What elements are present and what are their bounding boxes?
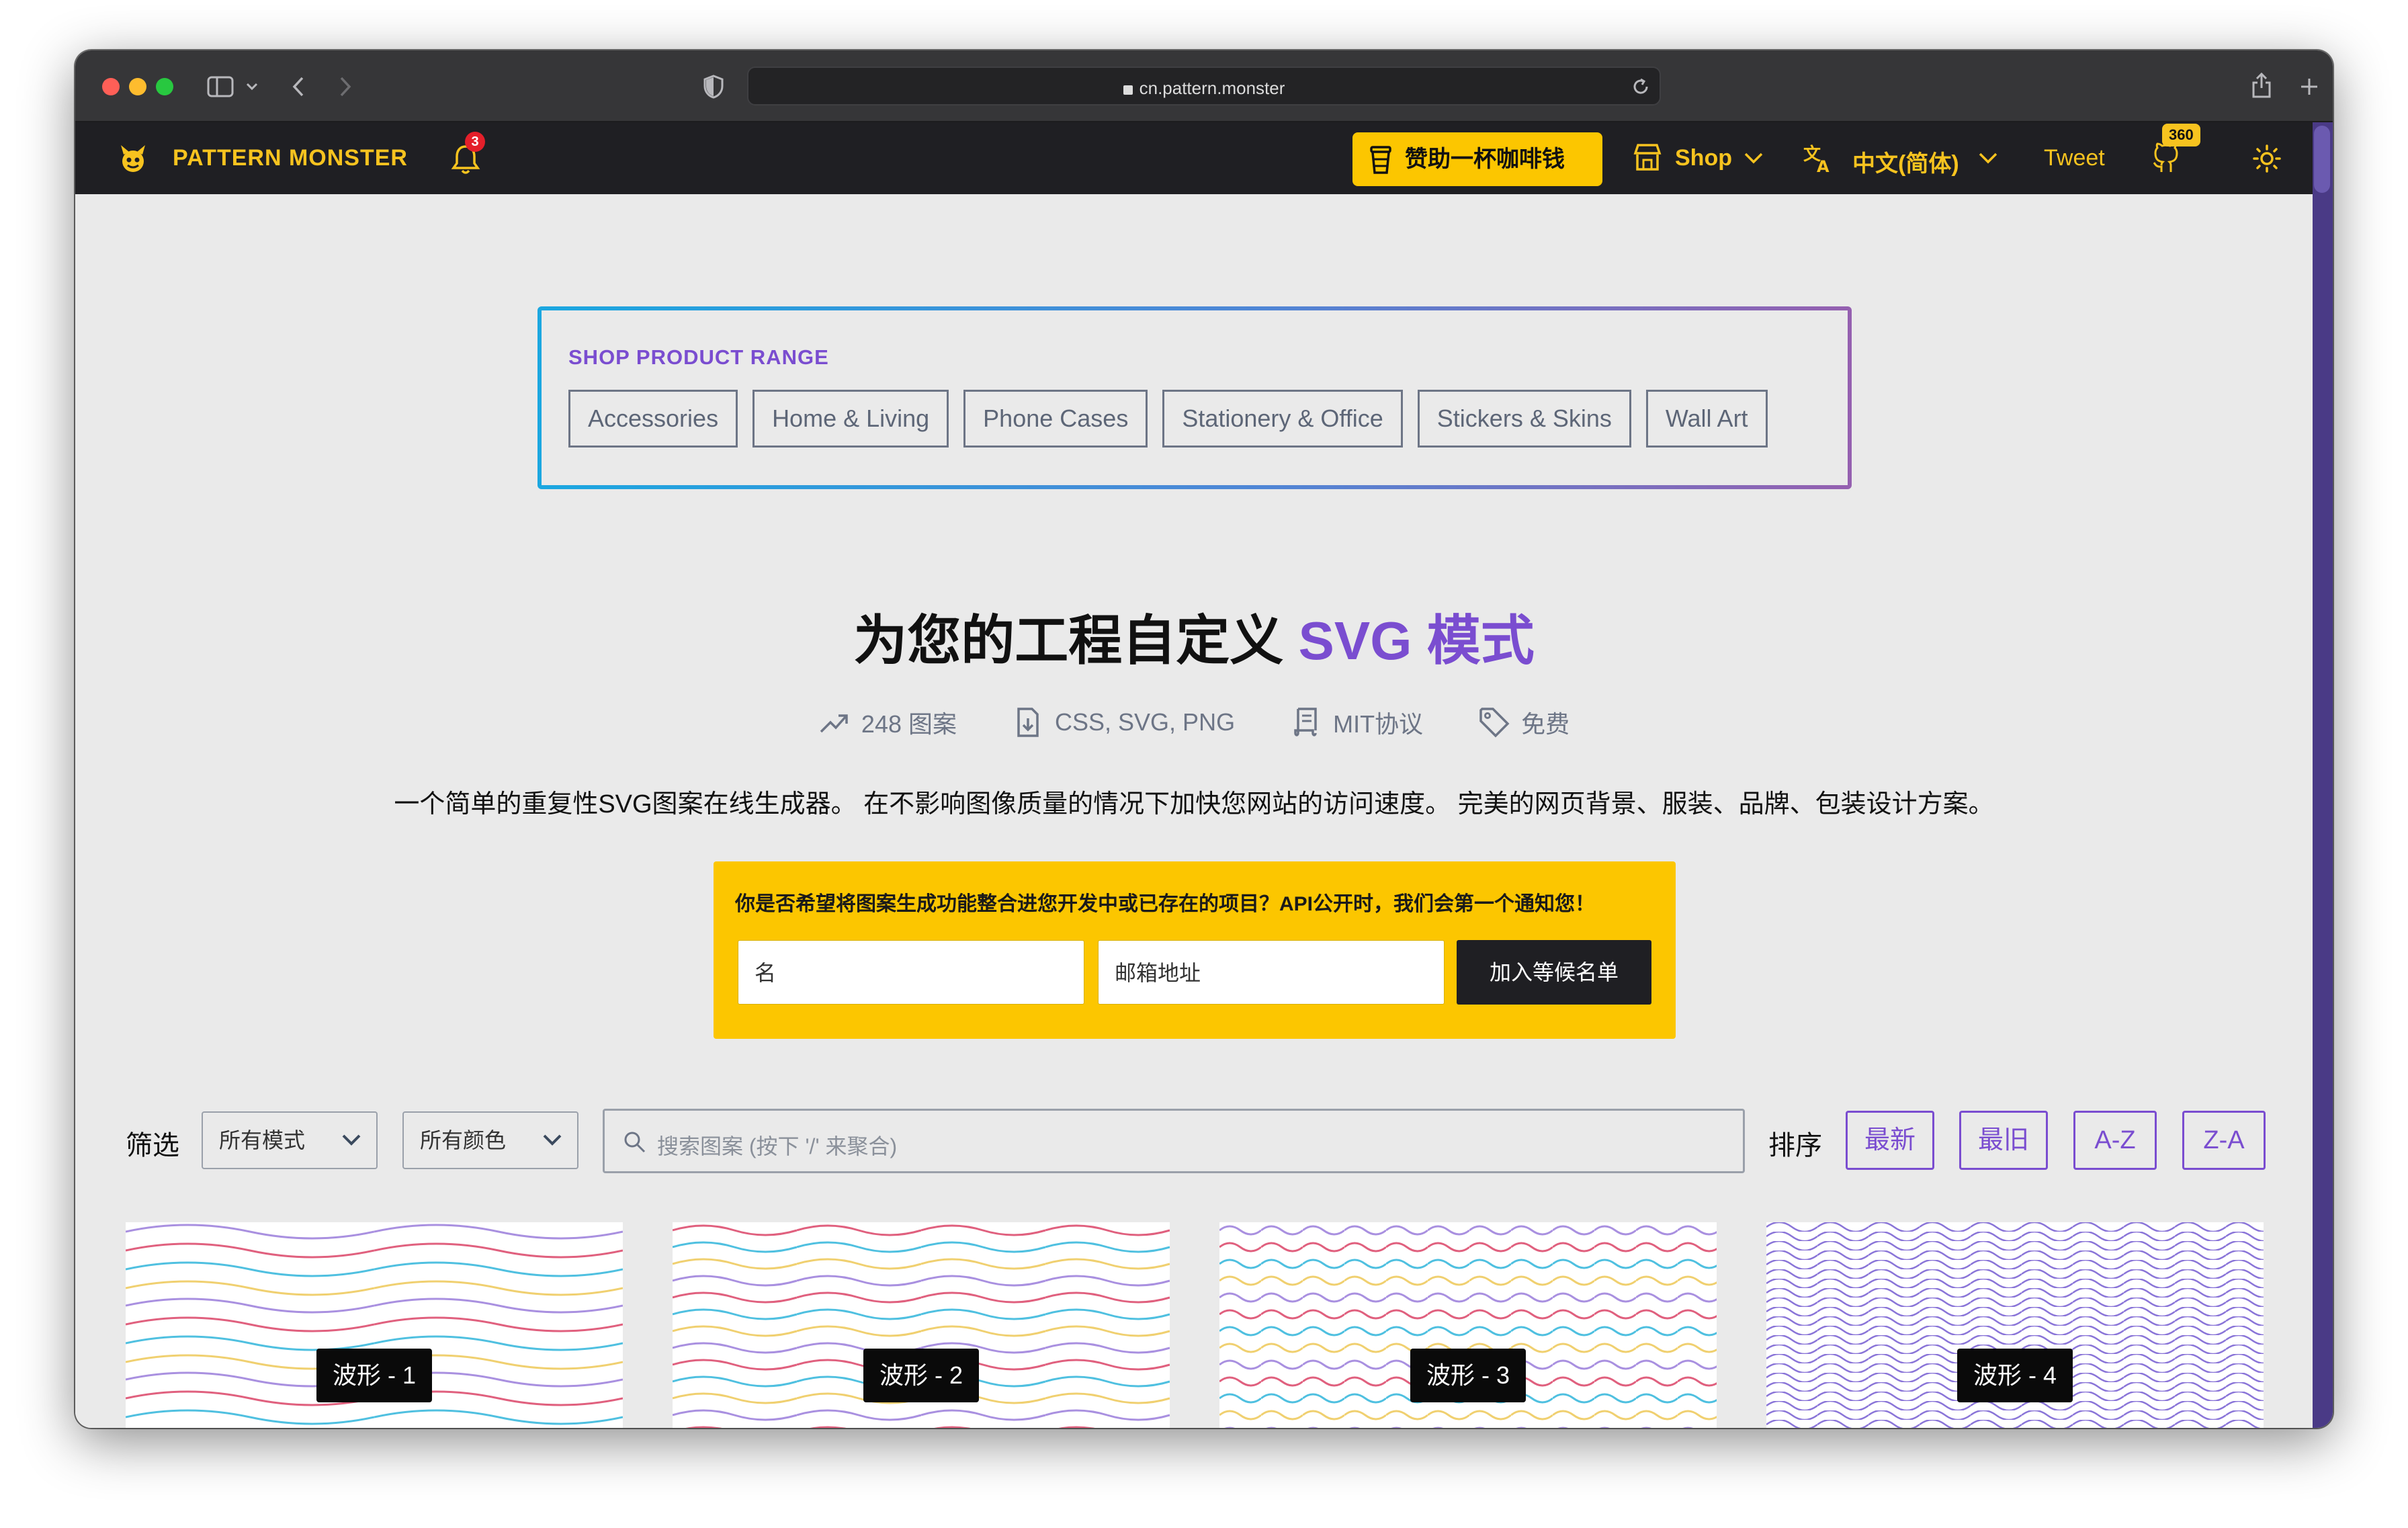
trending-up-icon — [820, 714, 848, 733]
pattern-card-label: 波形 - 2 — [863, 1349, 980, 1402]
svg-text:A: A — [1817, 157, 1830, 173]
stat-license: MIT协议 — [1290, 705, 1423, 740]
chevron-down-icon — [543, 1134, 562, 1146]
sponsor-coffee-button[interactable]: 赞助一杯咖啡钱 — [1352, 132, 1602, 186]
browser-toolbar: cn.pattern.monster — [75, 50, 2333, 122]
chevron-down-icon[interactable] — [1978, 152, 1998, 165]
browser-window: cn.pattern.monster PATTERN MONSTER 3 赞助一… — [75, 50, 2333, 1428]
minimize-window-button[interactable] — [129, 78, 146, 95]
reload-icon[interactable] — [1631, 77, 1650, 96]
pattern-card-label: 波形 - 3 — [1410, 1349, 1526, 1402]
shop-icon[interactable] — [1633, 142, 1662, 172]
back-arrow-icon[interactable] — [292, 76, 305, 97]
page-scrollbar[interactable] — [2313, 122, 2333, 1428]
tag-icon — [1479, 708, 1510, 738]
search-icon — [624, 1132, 646, 1153]
shop-tag-stationery-office[interactable]: Stationery & Office — [1162, 390, 1403, 448]
shop-tag-stickers-skins[interactable]: Stickers & Skins — [1417, 390, 1631, 448]
site-logo-text[interactable]: PATTERN MONSTER — [173, 145, 408, 171]
shop-product-range-panel: SHOP PRODUCT RANGE Accessories Home & Li… — [538, 306, 1852, 489]
search-placeholder: 搜索图案 (按下 '/' 来聚合) — [657, 1134, 898, 1158]
sponsor-coffee-label: 赞助一杯咖啡钱 — [1405, 146, 1565, 172]
pattern-search-input[interactable]: 搜索图案 (按下 '/' 来聚合) — [603, 1109, 1745, 1173]
notification-badge: 3 — [465, 132, 485, 152]
join-waitlist-button[interactable]: 加入等候名单 — [1457, 940, 1651, 1005]
github-icon[interactable] — [2151, 142, 2181, 175]
filter-label: 筛选 — [126, 1131, 179, 1160]
privacy-shield-icon[interactable] — [703, 75, 724, 99]
share-icon[interactable] — [2251, 71, 2272, 99]
pattern-card[interactable]: 波形 - 4 — [1766, 1222, 2264, 1428]
mode-select[interactable]: 所有模式 — [202, 1111, 378, 1169]
url-text: cn.pattern.monster — [1139, 78, 1285, 98]
pattern-card[interactable]: 波形 - 3 — [1219, 1222, 1717, 1428]
stat-license-label: MIT协议 — [1333, 710, 1424, 738]
chevron-down-icon[interactable] — [246, 83, 258, 91]
shop-tag-wall-art[interactable]: Wall Art — [1645, 390, 1768, 448]
sort-a-z-button[interactable]: A-Z — [2073, 1111, 2157, 1170]
sun-theme-toggle-icon[interactable] — [2252, 144, 2282, 173]
hero-title: 为您的工程自定义 SVG 模式 — [75, 597, 2313, 675]
close-window-button[interactable] — [102, 78, 120, 95]
mode-select-value: 所有模式 — [219, 1128, 306, 1152]
pattern-card[interactable]: 波形 - 2 — [673, 1222, 1170, 1428]
forward-arrow-icon[interactable] — [339, 76, 352, 97]
shop-range-title: SHOP PRODUCT RANGE — [568, 345, 829, 369]
page-scrollbar-thumb[interactable] — [2314, 126, 2330, 193]
new-tab-icon[interactable] — [2300, 77, 2319, 96]
pattern-card-label: 波形 - 1 — [316, 1349, 433, 1402]
shop-menu[interactable]: Shop — [1675, 145, 1732, 171]
feature-stats: 248 图案 CSS, SVG, PNG MIT协议 免费 — [75, 705, 2313, 740]
coffee-cup-icon — [1370, 146, 1391, 174]
sort-z-a-button[interactable]: Z-A — [2182, 1111, 2266, 1170]
shop-tag-accessories[interactable]: Accessories — [568, 390, 738, 448]
translate-icon[interactable]: 文 A — [1802, 141, 1834, 173]
site-header: PATTERN MONSTER 3 赞助一杯咖啡钱 Shop 文 A 中文(简体… — [75, 122, 2313, 194]
stat-free: 免费 — [1478, 705, 1570, 740]
main-content: SHOP PRODUCT RANGE Accessories Home & Li… — [75, 194, 2313, 1428]
waitlist-message: 你是否希望将图案生成功能整合进您开发中或已存在的项目？API公开时，我们会第一个… — [735, 893, 1596, 915]
license-scroll-icon — [1294, 708, 1317, 736]
lock-icon — [1123, 85, 1133, 95]
sort-oldest-button[interactable]: 最旧 — [1959, 1111, 2048, 1170]
tweet-link[interactable]: Tweet — [2044, 145, 2105, 171]
chevron-down-icon — [342, 1134, 361, 1146]
api-waitlist-panel: 你是否希望将图案生成功能整合进您开发中或已存在的项目？API公开时，我们会第一个… — [714, 861, 1676, 1039]
shop-tag-home-living[interactable]: Home & Living — [752, 390, 949, 448]
monster-logo-icon[interactable] — [117, 142, 149, 175]
sort-newest-button[interactable]: 最新 — [1846, 1111, 1934, 1170]
pattern-card-label: 波形 - 4 — [1956, 1349, 2073, 1402]
sidebar-toggle-icon[interactable] — [207, 76, 234, 97]
pattern-card[interactable]: 波形 - 1 — [126, 1222, 623, 1428]
fullscreen-window-button[interactable] — [156, 78, 173, 95]
waitlist-email-input[interactable]: 邮箱地址 — [1098, 940, 1445, 1005]
sort-label: 排序 — [1768, 1131, 1822, 1160]
hero-title-accent: SVG 模式 — [1298, 611, 1535, 671]
stat-free-label: 免费 — [1521, 710, 1570, 738]
pattern-grid: 波形 - 1 波形 - 2 波形 - 3 波形 - 4 — [126, 1222, 2276, 1428]
stat-pattern-count-label: 248 图案 — [861, 710, 957, 738]
waitlist-name-input[interactable]: 名 — [738, 940, 1084, 1005]
color-select-value: 所有颜色 — [420, 1128, 507, 1152]
file-download-icon — [1017, 708, 1039, 737]
stat-pattern-count: 248 图案 — [818, 705, 957, 740]
hero-title-main: 为您的工程自定义 — [853, 611, 1299, 671]
shop-range-tags: Accessories Home & Living Phone Cases St… — [568, 390, 1768, 448]
hero-tagline: 一个简单的重复性SVG图案在线生成器。 在不影响图像质量的情况下加快您网站的访问… — [394, 790, 1994, 818]
chevron-down-icon[interactable] — [1744, 152, 1764, 165]
language-menu[interactable]: 中文(简体) — [1852, 145, 1959, 178]
color-select[interactable]: 所有颜色 — [402, 1111, 578, 1169]
address-bar[interactable]: cn.pattern.monster — [747, 67, 1661, 105]
shop-tag-phone-cases[interactable]: Phone Cases — [963, 390, 1148, 448]
stat-formats-label: CSS, SVG, PNG — [1055, 708, 1236, 736]
stat-formats: CSS, SVG, PNG — [1012, 705, 1235, 740]
filter-bar: 筛选 所有模式 所有颜色 搜索图案 (按下 '/' 来聚合) 排序 最新 最旧 … — [75, 1105, 2313, 1173]
github-stars-badge: 360 — [2162, 124, 2200, 146]
